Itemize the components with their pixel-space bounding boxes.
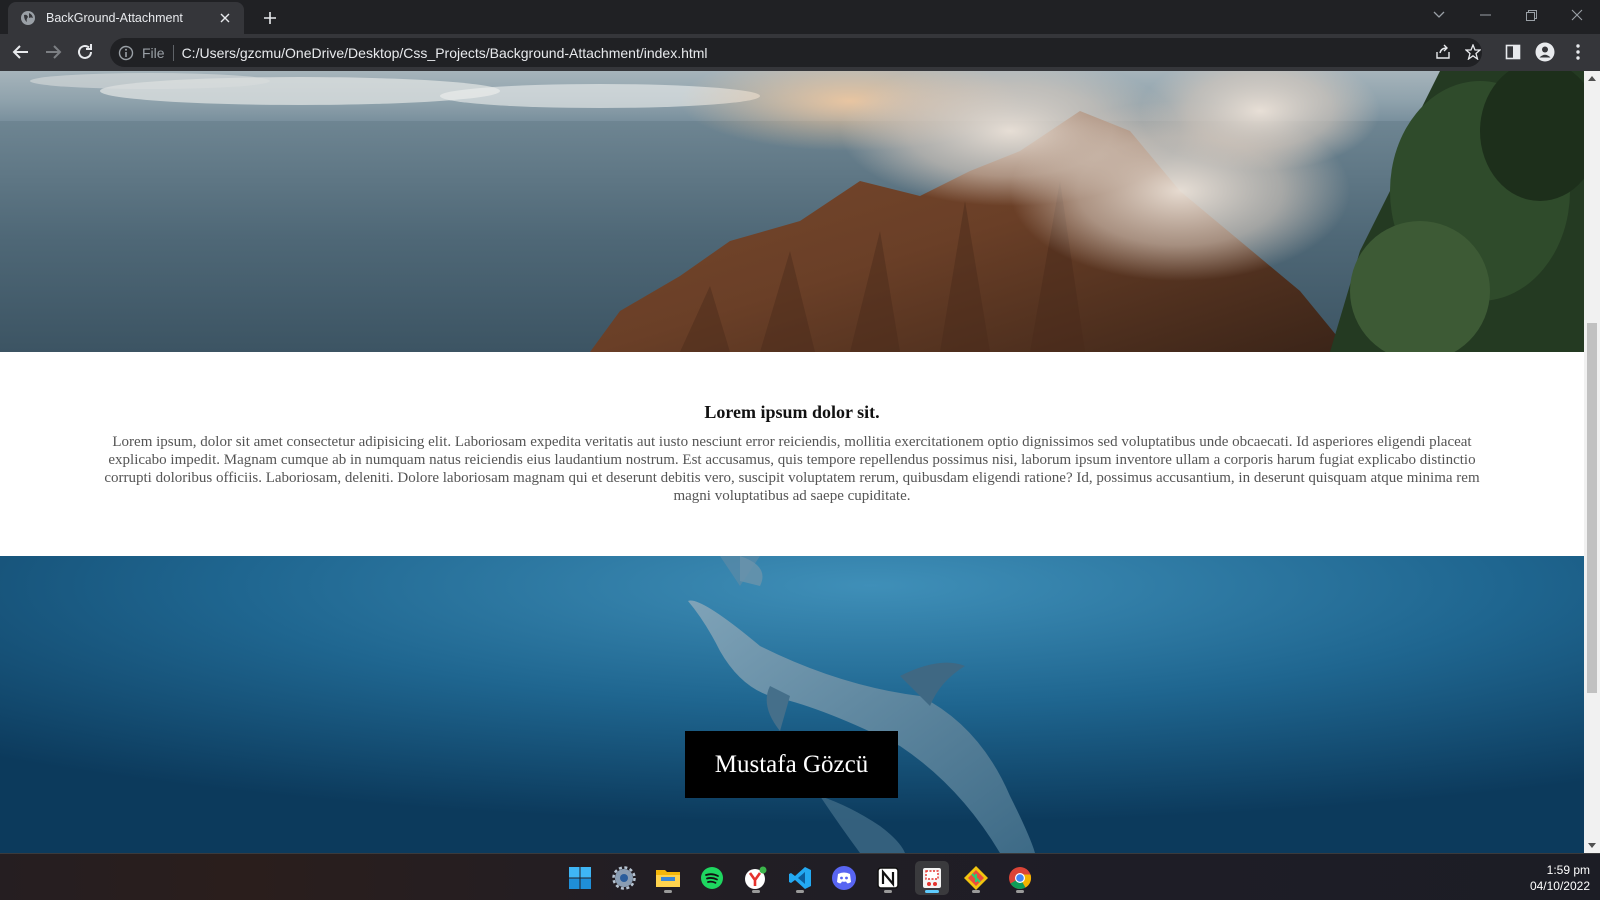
- settings-icon[interactable]: [607, 861, 641, 895]
- windows-taskbar: 1:59 pm 04/10/2022: [0, 853, 1600, 900]
- side-panel-icon: [1505, 44, 1521, 60]
- arrow-left-icon: [12, 45, 28, 59]
- yandex-browser-icon[interactable]: [739, 861, 773, 895]
- browser-toolbar: File C:/Users/gzcmu/OneDrive/Desktop/Css…: [0, 34, 1600, 71]
- side-panel-button[interactable]: [1498, 37, 1528, 67]
- share-icon: [1436, 44, 1450, 59]
- author-name-box: Mustafa Gözcü: [685, 731, 898, 798]
- menu-button[interactable]: [1563, 37, 1593, 67]
- snipping-tool-icon[interactable]: [915, 861, 949, 895]
- profile-icon: [1535, 42, 1555, 62]
- back-button[interactable]: [6, 37, 36, 67]
- arrow-right-icon: [46, 45, 62, 59]
- system-clock[interactable]: 1:59 pm 04/10/2022: [1530, 862, 1590, 894]
- share-button[interactable]: [1428, 37, 1458, 67]
- info-icon[interactable]: [118, 45, 134, 61]
- scroll-up-arrow-icon[interactable]: [1588, 75, 1596, 83]
- spotify-icon[interactable]: [695, 861, 729, 895]
- tab-title: BackGround-Attachment: [46, 11, 183, 25]
- tab-search-button[interactable]: [1416, 0, 1462, 30]
- running-indicator: [925, 890, 939, 893]
- running-indicator: [752, 890, 760, 893]
- scheme-label: File: [142, 44, 165, 61]
- globe-icon: [21, 11, 35, 25]
- running-indicator: [1016, 890, 1024, 893]
- kebab-menu-icon: [1576, 44, 1580, 60]
- mountain-sea-photo: [0, 71, 1584, 352]
- star-icon: [1465, 44, 1481, 60]
- omnibox-separator: [172, 44, 174, 61]
- page-viewport: Lorem ipsum dolor sit. Lorem ipsum, dolo…: [0, 71, 1584, 853]
- file-explorer-icon[interactable]: [651, 861, 685, 895]
- windows-start-icon[interactable]: [563, 861, 597, 895]
- clock-date: 04/10/2022: [1529, 879, 1590, 893]
- git-icon[interactable]: [959, 861, 993, 895]
- clock-time: 1:59 pm: [1546, 863, 1590, 877]
- tab-strip: BackGround-Attachment: [0, 0, 1600, 34]
- restore-button[interactable]: [1508, 0, 1554, 30]
- reload-icon: [78, 44, 92, 59]
- browser-tab[interactable]: BackGround-Attachment: [8, 2, 244, 34]
- section-heading: Lorem ipsum dolor sit.: [704, 402, 880, 422]
- text-section: Lorem ipsum dolor sit. Lorem ipsum, dolo…: [0, 352, 1584, 556]
- profile-button[interactable]: [1530, 37, 1560, 67]
- url-text[interactable]: C:/Users/gzcmu/OneDrive/Desktop/Css_Proj…: [182, 45, 708, 61]
- running-indicator: [664, 890, 672, 893]
- reload-button[interactable]: [70, 37, 100, 67]
- running-indicator: [796, 890, 804, 893]
- scroll-down-arrow-icon[interactable]: [1588, 841, 1596, 849]
- dolphins-underwater-photo: [0, 556, 1584, 853]
- address-bar[interactable]: File C:/Users/gzcmu/OneDrive/Desktop/Css…: [110, 38, 1482, 67]
- bookmark-button[interactable]: [1458, 37, 1488, 67]
- new-tab-button[interactable]: [258, 6, 282, 30]
- notion-icon[interactable]: [871, 861, 905, 895]
- close-tab-icon[interactable]: [216, 9, 234, 27]
- minimize-button[interactable]: [1462, 0, 1508, 30]
- running-indicator: [972, 890, 980, 893]
- close-window-button[interactable]: [1554, 0, 1600, 30]
- scroll-thumb[interactable]: [1587, 323, 1597, 693]
- section-paragraph: Lorem ipsum, dolor sit amet consectetur …: [104, 434, 1480, 504]
- discord-icon[interactable]: [827, 861, 861, 895]
- forward-button[interactable]: [38, 37, 68, 67]
- running-indicator: [884, 890, 892, 893]
- page-scrollbar[interactable]: [1584, 71, 1600, 853]
- vscode-icon[interactable]: [783, 861, 817, 895]
- chrome-icon[interactable]: [1003, 861, 1037, 895]
